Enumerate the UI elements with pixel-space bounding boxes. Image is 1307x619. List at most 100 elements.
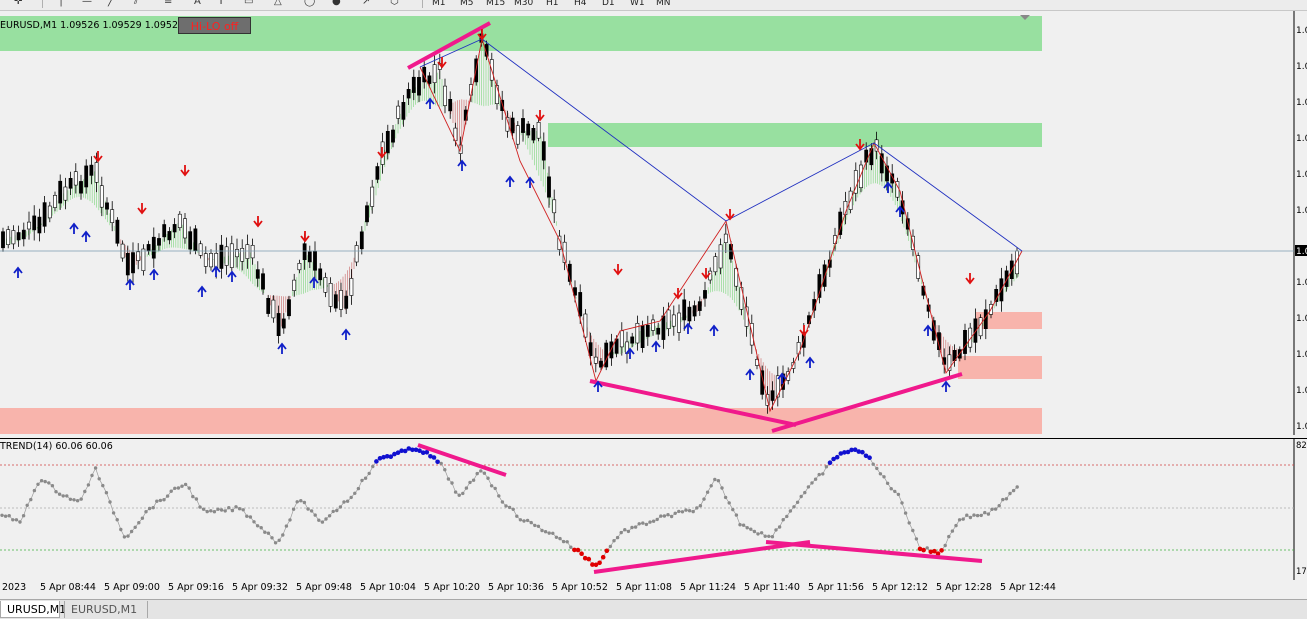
trend-dot [75, 499, 80, 503]
trend-dot [777, 525, 782, 529]
shapes-icon[interactable]: △ [274, 0, 282, 8]
timeframe-h1[interactable]: H1 [546, 0, 559, 9]
trend-dot [792, 505, 796, 509]
trend-dot [713, 477, 717, 482]
hilo-toggle-button[interactable]: Hi-LO off [178, 17, 251, 34]
timeframe-mn[interactable]: MN [656, 0, 671, 9]
trend-dot [237, 507, 242, 511]
trend-dot [324, 517, 328, 521]
trend-dot [695, 506, 699, 510]
arrow-icon[interactable]: ↗ [362, 0, 370, 8]
trend-dot [788, 509, 793, 513]
trend-dot [921, 547, 926, 553]
vertical-line-icon[interactable]: │ [58, 0, 64, 8]
more-tools-icon[interactable]: ⬡ [390, 0, 399, 8]
trend-dot [457, 493, 461, 497]
support-zone-right-2[interactable] [958, 356, 1042, 379]
trend-dot [821, 472, 825, 476]
tab-eurusd-m1[interactable]: EURUSD,M1 [64, 601, 148, 618]
trend-dot [259, 526, 263, 530]
support-zone-bottom[interactable] [0, 408, 1042, 434]
trend-dot [187, 486, 191, 490]
timeframe-d1[interactable]: D1 [602, 0, 615, 9]
price-tick-label: 1.0 [1296, 62, 1307, 72]
trend-indicator-panel[interactable]: 82. 17. [0, 438, 1307, 580]
trend-dot [273, 541, 278, 545]
trend-dot [201, 507, 206, 511]
timeframe-m1[interactable]: M1 [432, 0, 446, 9]
trend-dot [781, 518, 785, 522]
price-tick-label: 1.0 [1296, 170, 1307, 180]
trend-dot [600, 554, 606, 560]
trend-dot [561, 539, 566, 544]
trend-dot [93, 466, 98, 470]
time-tick-label: 5 Apr 12:12 [872, 582, 928, 593]
trend-dot [65, 494, 69, 498]
trend-dot [752, 529, 757, 534]
channel-icon[interactable]: ⫽ [134, 0, 138, 8]
trend-dot [990, 507, 994, 511]
trend-dot [615, 535, 620, 540]
trend-dot [662, 514, 667, 518]
chart-tab-bar: URUSD,M1 EURUSD,M1 [0, 599, 1307, 619]
time-tick-label: 5 Apr 11:08 [616, 582, 672, 593]
trend-dot [504, 504, 508, 508]
trend-dot [529, 520, 533, 525]
trend-dot [47, 481, 51, 485]
trend-dot [954, 523, 958, 528]
trend-dot [129, 529, 134, 534]
trend-dot [630, 525, 634, 530]
trend-dot [371, 464, 375, 469]
trend-dot [162, 498, 166, 502]
trend-dot [889, 487, 893, 491]
timeframe-m15[interactable]: M15 [486, 0, 505, 9]
indicator-scale-max: 82. [1296, 441, 1307, 451]
trend-dot [993, 507, 998, 511]
trend-dot [291, 507, 296, 511]
trend-dot [1008, 491, 1012, 496]
trend-dot [1015, 485, 1019, 489]
trend-dot [270, 536, 274, 540]
horizontal-line-icon[interactable]: — [82, 0, 92, 8]
tab-eurusd-m1-active[interactable]: URUSD,M1 [0, 601, 66, 618]
rectangle-icon[interactable]: ▭ [244, 0, 253, 8]
fibonacci-icon[interactable]: ≡ [164, 0, 172, 8]
timeframe-h4[interactable]: H4 [574, 0, 587, 9]
text-icon[interactable]: A [194, 0, 201, 8]
trend-dot [140, 516, 145, 520]
timeframe-m30[interactable]: M30 [514, 0, 533, 9]
time-tick-label: 5 Apr 09:32 [232, 582, 288, 593]
trend-dot [356, 486, 361, 491]
trend-dot [651, 519, 656, 523]
crosshair-icon[interactable]: ✛ [14, 0, 22, 8]
trend-dot [827, 460, 833, 465]
trend-dot [32, 488, 37, 493]
circle-icon[interactable]: ● [332, 0, 341, 8]
trend-dot [950, 529, 955, 533]
current-price-tag: 1.0 [1296, 247, 1307, 257]
ellipse-icon[interactable]: ◯ [304, 0, 315, 8]
trend-dot [943, 543, 947, 548]
trend-dot [604, 548, 610, 554]
trend-dot [903, 511, 908, 515]
trend-dot [824, 465, 829, 469]
timeframe-w1[interactable]: W1 [630, 0, 645, 9]
trend-dot [669, 514, 674, 519]
symbol-info: EURUSD,M1 1.09526 1.09529 1.09523 1.09 [0, 20, 209, 31]
trend-dot [3, 514, 8, 518]
trend-dot [885, 481, 890, 485]
price-chart[interactable]: 1.0 [0, 11, 1307, 435]
label-icon[interactable]: T [218, 0, 224, 8]
trend-dot [144, 510, 148, 514]
trend-dot [939, 548, 944, 553]
price-tick-label: 1.0 [1296, 134, 1307, 144]
trendline-icon[interactable]: ╱ [108, 0, 114, 8]
trend-dot [633, 525, 638, 529]
trend-dot [767, 534, 771, 538]
timeframe-m5[interactable]: M5 [460, 0, 474, 9]
trend-dot [723, 495, 728, 500]
trend-dot [911, 528, 915, 533]
trend-dot [575, 547, 581, 553]
time-tick-label: 5 Apr 11:56 [808, 582, 864, 593]
trend-dot [446, 477, 451, 481]
